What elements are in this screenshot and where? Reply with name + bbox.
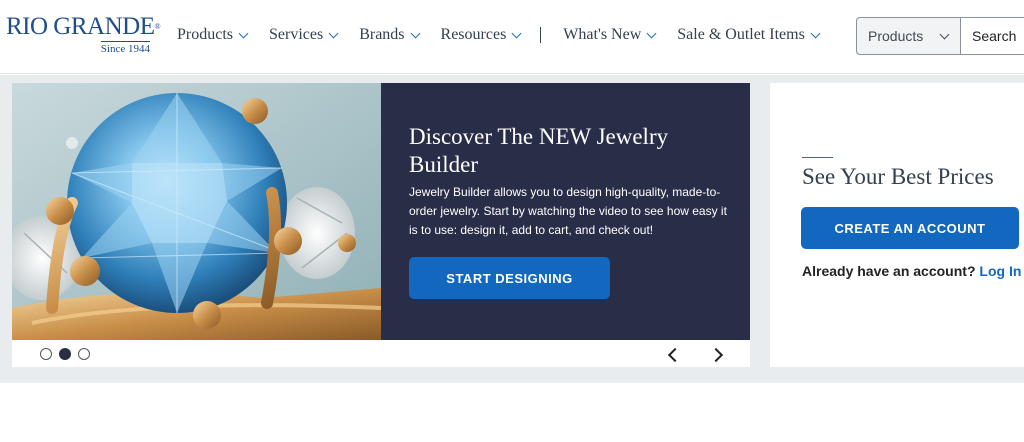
hero-section: Discover The NEW Jewelry Builder Jewelry… — [0, 75, 1024, 383]
nav-brands[interactable]: Brands — [359, 26, 420, 44]
accent-divider — [802, 157, 833, 158]
search-bar: Products Search — [856, 17, 1024, 55]
ring-image — [12, 83, 381, 340]
main-nav: Products Services Brands Resources What'… — [177, 24, 841, 46]
search-input[interactable]: Search — [961, 17, 1024, 55]
ring-illustration — [12, 83, 381, 340]
chevron-left-icon[interactable] — [666, 347, 683, 363]
chevron-down-icon — [646, 28, 657, 38]
slide-panel: Discover The NEW Jewelry Builder Jewelry… — [381, 83, 750, 340]
hero-carousel: Discover The NEW Jewelry Builder Jewelry… — [12, 83, 750, 367]
nav-resources[interactable]: Resources — [441, 26, 522, 44]
chevron-down-icon — [410, 28, 420, 38]
slide-description: Jewelry Builder allows you to design hig… — [409, 185, 727, 237]
search-category-select[interactable]: Products — [856, 17, 961, 55]
carousel-dot-3[interactable] — [78, 348, 90, 360]
nav-services[interactable]: Services — [269, 26, 339, 44]
create-account-button[interactable]: CREATE AN ACCOUNT — [801, 207, 1019, 249]
account-panel: See Your Best Prices CREATE AN ACCOUNT A… — [770, 83, 1024, 367]
logo-since: Since 1944 — [100, 41, 150, 55]
carousel-dots — [40, 348, 97, 360]
search-placeholder: Search — [972, 28, 1017, 44]
chevron-down-icon — [511, 28, 522, 38]
login-prompt: Already have an account? Log In — [802, 263, 1021, 279]
chevron-down-icon — [328, 28, 339, 38]
rio-grande-logo[interactable]: RIO GRANDE® Since 1944 — [6, 13, 161, 58]
chevron-right-icon[interactable] — [708, 347, 725, 363]
nav-sale-outlet[interactable]: Sale & Outlet Items — [677, 26, 821, 44]
site-header: RIO GRANDE® Since 1944 Products Services… — [0, 0, 1024, 74]
start-designing-button[interactable]: START DESIGNING — [409, 257, 610, 299]
nav-products[interactable]: Products — [177, 26, 249, 44]
login-link[interactable]: Log In — [979, 263, 1021, 279]
nav-separator — [540, 27, 542, 43]
logo-wordmark: RIO GRANDE® — [6, 13, 161, 40]
carousel-dot-2[interactable] — [59, 348, 71, 360]
search-category-value: Products — [868, 28, 924, 44]
chevron-down-icon — [810, 28, 821, 38]
account-title: See Your Best Prices — [802, 164, 994, 189]
carousel-dot-1[interactable] — [40, 348, 52, 360]
slide-title: Discover The NEW Jewelry Builder — [409, 124, 669, 177]
chevron-down-icon — [238, 28, 249, 38]
chevron-down-icon — [939, 29, 950, 40]
login-prompt-text: Already have an account? — [802, 263, 976, 279]
nav-whats-new[interactable]: What's New — [563, 26, 657, 44]
